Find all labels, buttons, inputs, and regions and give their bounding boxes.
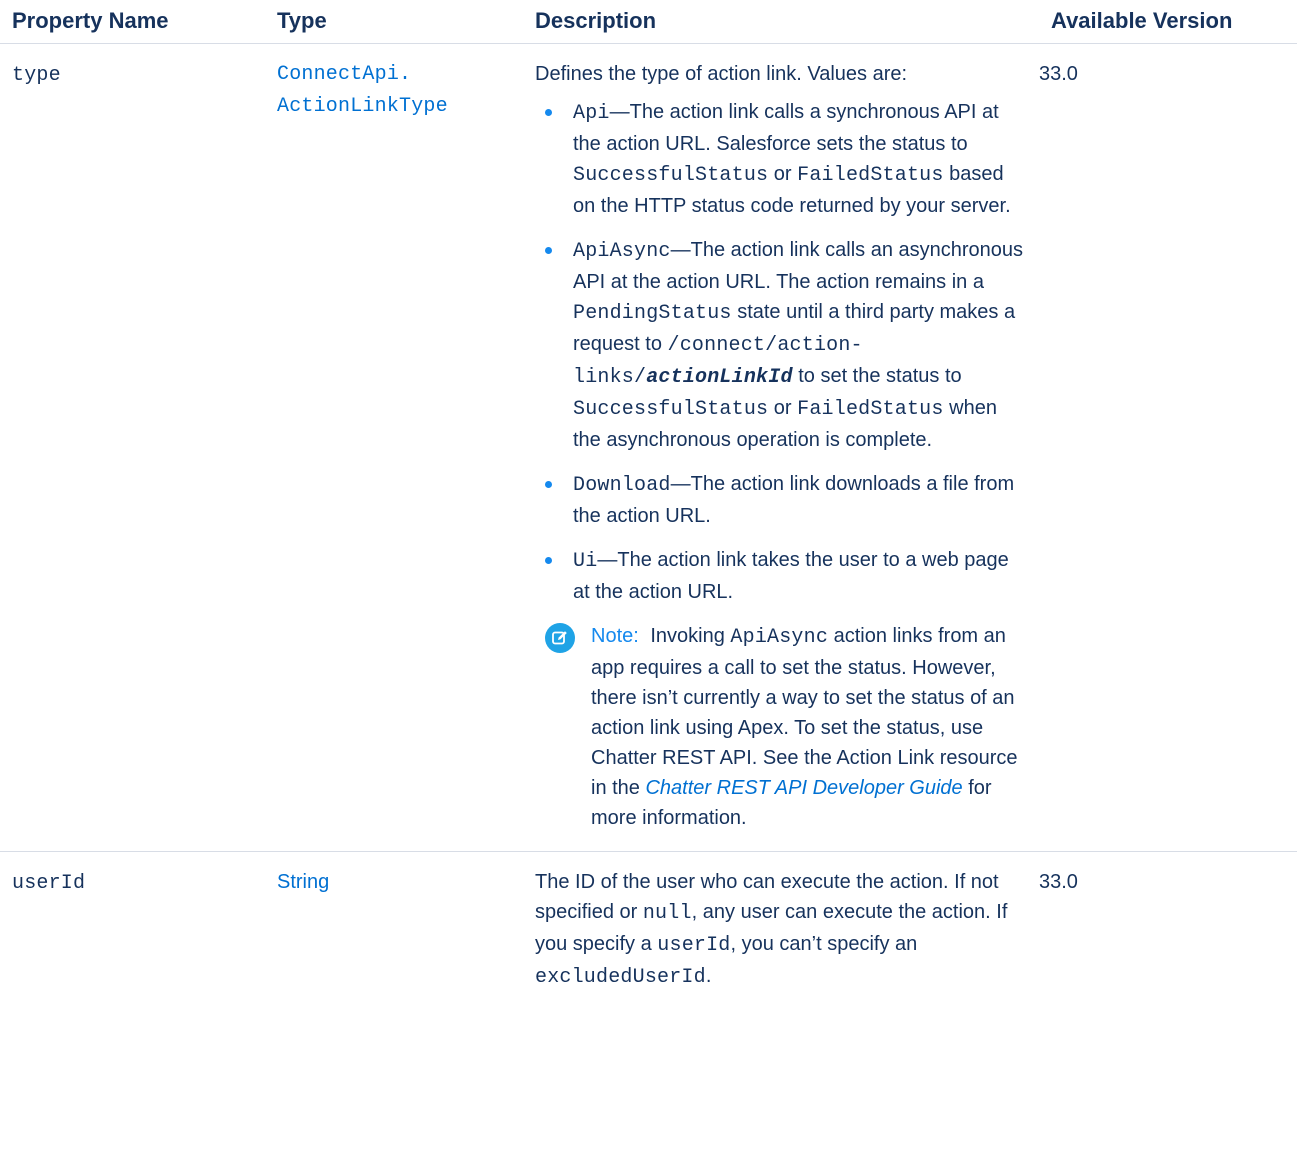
api-reference-page: Property Name Type Description Available… bbox=[0, 0, 1297, 1158]
code-failed-status: FailedStatus bbox=[797, 398, 944, 421]
description-cell: The ID of the user who can execute the a… bbox=[523, 852, 1039, 1012]
code-apiasync: ApiAsync bbox=[573, 240, 671, 263]
header-type: Type bbox=[265, 0, 523, 44]
code-excluded-userid: excludedUserId bbox=[535, 966, 706, 989]
type-cell: String bbox=[265, 852, 523, 1012]
bullet-icon bbox=[545, 109, 552, 116]
chatter-rest-api-guide-link[interactable]: Chatter REST API Developer Guide bbox=[645, 777, 962, 799]
api-text-1: —The action link calls a synchronous API… bbox=[573, 101, 999, 155]
note-code-apiasync: ApiAsync bbox=[730, 626, 829, 649]
type-link-connectapi[interactable]: ConnectApi. ActionLinkType bbox=[277, 59, 513, 123]
type-link-line2: ActionLinkType bbox=[277, 95, 448, 118]
code-successful-status: SuccessfulStatus bbox=[573, 164, 769, 187]
property-name: userId bbox=[12, 872, 86, 895]
bullet-icon bbox=[545, 247, 552, 254]
type-cell: ConnectApi. ActionLinkType bbox=[265, 43, 523, 852]
version-value: 33.0 bbox=[1039, 871, 1078, 893]
property-name-cell: type bbox=[0, 43, 265, 852]
ui-text: —The action link takes the user to a web… bbox=[573, 549, 1009, 603]
edit-note-icon bbox=[545, 623, 575, 653]
value-list: Api—The action link calls a synchronous … bbox=[535, 97, 1027, 607]
code-ui: Ui bbox=[573, 550, 598, 573]
apiasync-text-3: to set the status to bbox=[792, 365, 962, 387]
note-text-2: action links from an app requires a call… bbox=[591, 625, 1018, 799]
header-property-name: Property Name bbox=[0, 0, 265, 44]
code-pending-status: PendingStatus bbox=[573, 302, 732, 325]
code-userid: userId bbox=[657, 934, 731, 957]
userid-text-4: . bbox=[705, 965, 712, 987]
type-link-line1: ConnectApi. bbox=[277, 63, 412, 86]
bullet-icon bbox=[545, 557, 552, 564]
bullet-icon bbox=[545, 481, 552, 488]
api-text-2: or bbox=[768, 163, 798, 185]
list-item-download: Download—The action link downloads a fil… bbox=[535, 469, 1027, 531]
header-available-version: Available Version bbox=[1039, 0, 1297, 44]
description-intro: Defines the type of action link. Values … bbox=[535, 63, 908, 85]
code-null: null bbox=[642, 902, 692, 925]
property-name: type bbox=[12, 64, 61, 87]
table-row: type ConnectApi. ActionLinkType Defines … bbox=[0, 43, 1297, 852]
table-header: Property Name Type Description Available… bbox=[0, 0, 1297, 44]
header-row: Property Name Type Description Available… bbox=[0, 0, 1297, 44]
code-failed-status: FailedStatus bbox=[797, 164, 944, 187]
properties-table: Property Name Type Description Available… bbox=[0, 0, 1297, 1011]
userid-text-3: , you can’t specify an bbox=[730, 933, 918, 955]
note-box: Note: Invoking ApiAsync action links fro… bbox=[535, 621, 1027, 833]
list-item-apiasync: ApiAsync—The action link calls an asynch… bbox=[535, 235, 1027, 455]
type-link-string[interactable]: String bbox=[277, 871, 329, 893]
list-item-api: Api—The action link calls a synchronous … bbox=[535, 97, 1027, 221]
version-value: 33.0 bbox=[1039, 63, 1078, 85]
version-cell: 33.0 bbox=[1039, 43, 1297, 852]
note-label: Note: bbox=[591, 625, 639, 647]
header-description: Description bbox=[523, 0, 1039, 44]
table-row: userId String The ID of the user who can… bbox=[0, 852, 1297, 1012]
note-text-1: Invoking bbox=[644, 625, 731, 647]
version-cell: 33.0 bbox=[1039, 852, 1297, 1012]
code-download: Download bbox=[573, 474, 671, 497]
list-item-ui: Ui—The action link takes the user to a w… bbox=[535, 545, 1027, 607]
code-api: Api bbox=[573, 102, 610, 125]
property-name-cell: userId bbox=[0, 852, 265, 1012]
code-action-link-id: actionLinkId bbox=[646, 366, 793, 389]
description-cell: Defines the type of action link. Values … bbox=[523, 43, 1039, 852]
code-successful-status: SuccessfulStatus bbox=[573, 398, 769, 421]
apiasync-text-4: or bbox=[768, 397, 798, 419]
